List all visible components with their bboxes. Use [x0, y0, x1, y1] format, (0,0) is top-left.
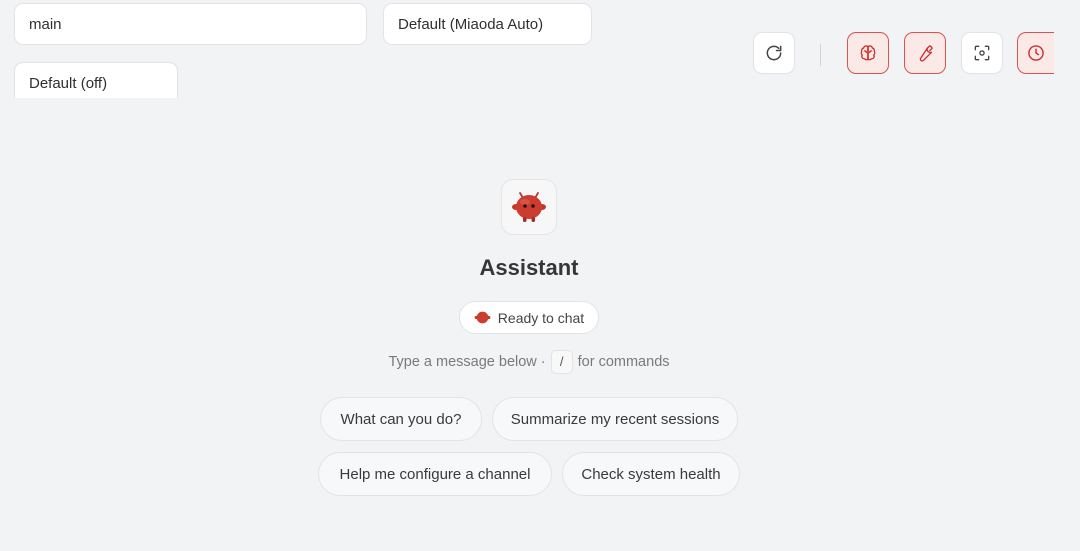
hint-text-before: Type a message below ·	[388, 354, 546, 370]
model-select-value: Default (Miaoda Auto)	[398, 15, 544, 33]
toolbar-divider	[820, 44, 821, 66]
status-badge: Ready to chat	[459, 301, 599, 334]
session-select-value: main	[29, 15, 62, 33]
chat-page: main Default (Miaoda Auto) Default (off)	[0, 0, 1080, 551]
brain-icon	[860, 45, 876, 61]
focus-icon	[974, 45, 990, 61]
red-mascot-icon	[474, 311, 491, 324]
slash-key-badge: /	[550, 350, 573, 374]
thinking-level-select[interactable]: Default (off)	[14, 62, 178, 98]
clock-icon	[1028, 45, 1044, 61]
history-button[interactable]	[1017, 32, 1054, 74]
focus-mode-button[interactable]	[961, 32, 1003, 74]
refresh-icon	[766, 45, 782, 61]
assistant-avatar	[501, 179, 557, 235]
refresh-button[interactable]	[753, 32, 795, 74]
assistant-title: Assistant	[479, 255, 579, 280]
thinking-select-value: Default (off)	[29, 75, 108, 92]
suggestion-chip[interactable]: Check system health	[562, 452, 740, 496]
suggestion-chip[interactable]: Help me configure a channel	[318, 452, 552, 496]
hint-text-after: for commands	[577, 354, 670, 370]
red-mascot-icon	[512, 192, 546, 222]
thinking-toggle-button[interactable]	[847, 32, 889, 74]
session-select[interactable]: main	[14, 3, 367, 45]
suggestion-chip[interactable]: Summarize my recent sessions	[492, 397, 738, 441]
wrench-icon	[919, 45, 933, 62]
input-hint: Type a message below · / for commands	[0, 350, 1058, 374]
suggestion-chip[interactable]: What can you do?	[320, 397, 482, 441]
status-text: Ready to chat	[497, 309, 585, 326]
tools-toggle-button[interactable]	[904, 32, 946, 74]
model-select[interactable]: Default (Miaoda Auto)	[383, 3, 592, 45]
